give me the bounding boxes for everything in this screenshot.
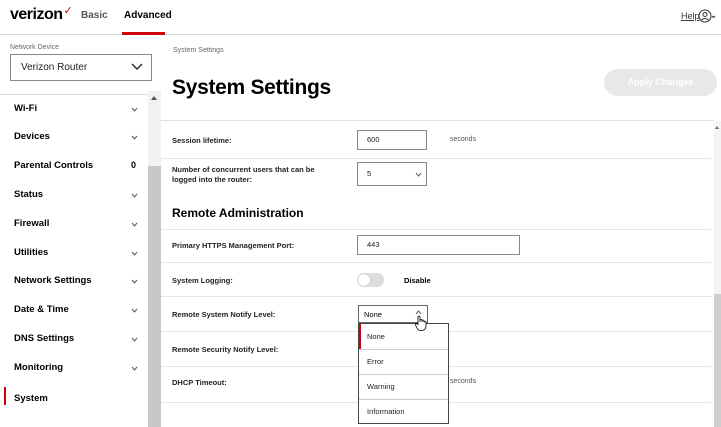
remote-administration-heading: Remote Administration: [172, 206, 304, 220]
active-item-indicator: [4, 387, 6, 405]
main-content: System Settings System Settings Apply Ch…: [161, 36, 721, 427]
sidebar-item-network-settings[interactable]: Network Settings: [0, 267, 146, 295]
session-lifetime-unit: seconds: [450, 136, 477, 143]
chevron-down-icon: [131, 279, 138, 284]
breadcrumb: System Settings: [173, 47, 224, 54]
concurrent-users-label-line2: logged into the router:: [172, 175, 252, 184]
chevron-down-icon: [131, 251, 138, 256]
sidebar-item-label: Wi-Fi: [14, 103, 38, 114]
session-lifetime-input[interactable]: 600: [357, 130, 427, 150]
page-title: System Settings: [172, 76, 331, 99]
concurrent-users-label: Number of concurrent users that can be l…: [172, 165, 315, 185]
row-divider: [161, 229, 711, 230]
chevron-down-icon: [415, 172, 422, 177]
help-link[interactable]: Help: [681, 11, 700, 21]
concurrent-users-label-line1: Number of concurrent users that can be: [172, 165, 315, 174]
tab-basic[interactable]: Basic: [81, 10, 108, 21]
dropdown-option-none[interactable]: None: [359, 324, 448, 349]
concurrent-users-select[interactable]: 5: [357, 162, 427, 186]
dropdown-option-information[interactable]: Information: [359, 399, 448, 424]
https-port-label: Primary HTTPS Management Port:: [172, 241, 295, 250]
verizon-logo[interactable]: verizon✓: [10, 5, 73, 24]
user-account-icon[interactable]: [698, 8, 716, 24]
main-scrollbar-thumb[interactable]: [714, 294, 721, 427]
chevron-down-icon: [131, 63, 143, 70]
network-device-select[interactable]: Verizon Router: [10, 54, 152, 81]
sidebar-item-label: DNS Settings: [14, 333, 75, 344]
sidebar-item-label: Devices: [14, 131, 50, 142]
sidebar-item-firewall[interactable]: Firewall: [0, 210, 146, 238]
row-divider: [161, 158, 711, 159]
sidebar-item-monitoring[interactable]: Monitoring: [0, 354, 146, 382]
sidebar-item-dns-settings[interactable]: DNS Settings: [0, 325, 146, 353]
apply-changes-button[interactable]: Apply Changes: [604, 69, 717, 96]
toggle-knob: [358, 274, 370, 286]
chevron-down-icon: [131, 107, 138, 112]
sidebar-item-label: Firewall: [14, 218, 50, 229]
sidebar-item-devices[interactable]: Devices: [0, 123, 146, 151]
sidebar-item-label: Network Settings: [14, 275, 92, 286]
network-device-value: Verizon Router: [21, 62, 88, 73]
hand-cursor-icon: [414, 315, 427, 331]
top-bar: verizon✓ Basic Advanced Help: [0, 0, 721, 35]
https-port-input[interactable]: 443: [357, 235, 520, 255]
system-logging-state: Disable: [404, 276, 431, 285]
sidebar-item-label: System: [14, 393, 48, 404]
sidebar-item-status[interactable]: Status: [0, 181, 146, 209]
parental-controls-badge: 0: [131, 160, 137, 170]
dhcp-timeout-unit: seconds: [450, 378, 477, 385]
sidebar: Network Device Verizon Router Wi-Fi Devi…: [0, 36, 161, 427]
sidebar-item-label: Date & Time: [14, 304, 69, 315]
concurrent-users-value: 5: [367, 169, 372, 178]
remote-system-notify-label: Remote System Notify Level:: [172, 310, 276, 319]
notify-level-dropdown: None Error Warning Information: [358, 323, 449, 424]
sidebar-item-label: Status: [14, 189, 44, 200]
system-logging-toggle[interactable]: [357, 273, 384, 287]
sidebar-scrollbar-thumb[interactable]: [148, 166, 161, 427]
scroll-up-arrow-icon[interactable]: [151, 96, 157, 100]
tab-advanced[interactable]: Advanced: [124, 10, 172, 21]
dropdown-option-warning[interactable]: Warning: [359, 374, 448, 399]
scroll-up-arrow-icon[interactable]: [715, 126, 719, 129]
sidebar-item-label: Monitoring: [14, 362, 64, 373]
chevron-down-icon: [131, 135, 138, 140]
header-divider: [161, 120, 714, 121]
dropdown-option-error[interactable]: Error: [359, 349, 448, 374]
active-tab-indicator: [122, 32, 165, 35]
sidebar-item-parental-controls[interactable]: Parental Controls 0: [0, 152, 146, 180]
chevron-down-icon: [131, 193, 138, 198]
sidebar-item-system[interactable]: System: [0, 383, 146, 411]
sidebar-item-label: Utilities: [14, 247, 49, 258]
remote-system-notify-value: None: [364, 310, 382, 319]
chevron-down-icon: [131, 222, 138, 227]
sidebar-item-date-time[interactable]: Date & Time: [0, 296, 146, 324]
system-logging-label: System Logging:: [172, 276, 233, 285]
chevron-down-icon: [131, 337, 138, 342]
row-divider: [161, 296, 711, 297]
remote-security-notify-label: Remote Security Notify Level:: [172, 345, 279, 354]
sidebar-item-utilities[interactable]: Utilities: [0, 239, 146, 267]
sidebar-item-wifi[interactable]: Wi-Fi: [0, 95, 146, 123]
network-device-label: Network Device: [10, 44, 60, 51]
row-divider: [161, 262, 711, 263]
dhcp-timeout-label: DHCP Timeout:: [172, 378, 227, 387]
sidebar-item-label: Parental Controls: [14, 160, 94, 171]
session-lifetime-label: Session lifetime:: [172, 136, 232, 145]
chevron-down-icon: [131, 366, 138, 371]
chevron-down-icon: [131, 308, 138, 313]
